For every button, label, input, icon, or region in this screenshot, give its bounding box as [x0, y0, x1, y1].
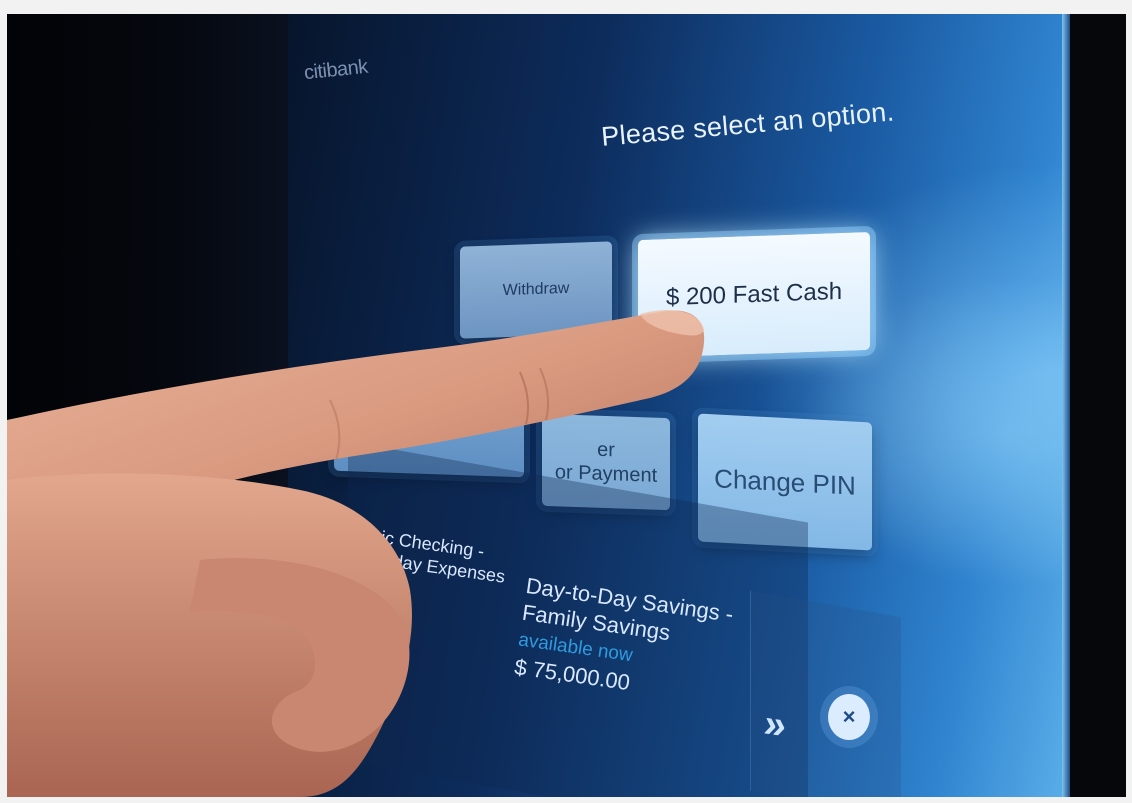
close-icon: ×: [842, 704, 856, 729]
page-title: Please select an option.: [600, 96, 896, 152]
atm-screen: citibank Please select an option. Withdr…: [288, 14, 1068, 797]
frame-bottom: [0, 797, 1132, 803]
fast-cash-label: $ 200 Fast Cash: [665, 277, 843, 312]
fast-cash-button[interactable]: $ 200 Fast Cash: [638, 231, 870, 359]
nav-panel: [750, 590, 901, 797]
citibank-logo: citibank: [302, 55, 369, 85]
withdraw-button[interactable]: Withdraw: [460, 241, 612, 339]
change-pin-label: Change PIN: [714, 462, 856, 501]
frame-top: [0, 0, 1132, 14]
frame-right: [1126, 0, 1132, 803]
close-button[interactable]: ×: [828, 694, 870, 740]
screen-edge-glow: [1062, 14, 1070, 797]
withdraw-label: Withdraw: [502, 279, 570, 300]
atm-right-bezel: [1070, 14, 1126, 797]
frame-left: [0, 0, 7, 803]
atm-bezel: [7, 14, 292, 797]
